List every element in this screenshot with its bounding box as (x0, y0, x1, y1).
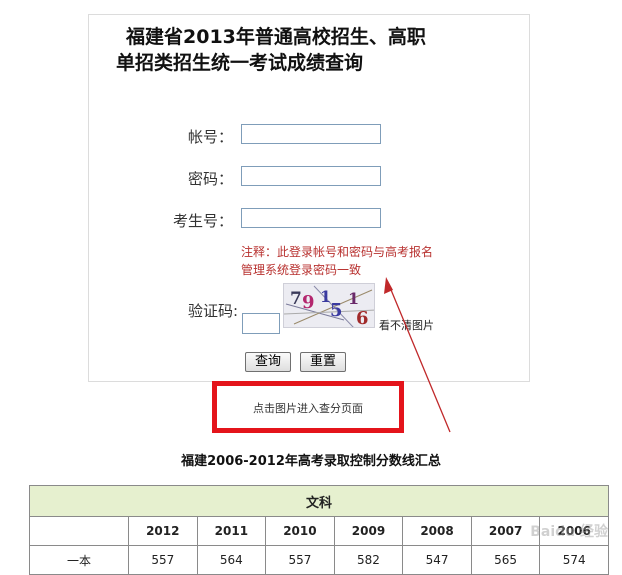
table-year-cell: 2011 (196, 516, 267, 546)
table-row: 一本 557 564 557 582 547 565 574 (29, 545, 609, 575)
table-row-label: 一本 (29, 545, 129, 575)
captcha-char: 9 (302, 292, 315, 313)
login-note-line1: 注释：此登录帐号和密码与高考报名 (241, 245, 434, 259)
captcha-label: 验证码: (187, 302, 238, 320)
table-cell: 547 (402, 545, 472, 575)
captcha-noise: 7 9 1 5 1 6 (284, 285, 374, 328)
captcha-char: 1 (348, 289, 359, 308)
reset-button[interactable]: 重置 (300, 352, 346, 372)
table-year-cell: 2008 (402, 516, 472, 546)
table-section-header: 文科 (29, 485, 609, 517)
captcha-image[interactable]: 7 9 1 5 1 6 (283, 283, 375, 328)
captcha-refresh-link[interactable]: 看不清图片 (379, 317, 434, 333)
score-table: 文科 2012 2011 2010 2009 2008 2007 2006 一本… (29, 485, 609, 575)
password-label: 密码： (187, 170, 233, 188)
table-cell: 564 (196, 545, 267, 575)
captcha-char: 6 (356, 308, 369, 328)
account-input[interactable] (241, 124, 381, 144)
password-input[interactable] (241, 166, 381, 186)
watermark: Baidu 经验 (530, 524, 608, 540)
page-title: 福建省2013年普通高校招生、高职 单招类招生统一考试成绩查询 (116, 24, 516, 76)
captcha-input[interactable] (242, 313, 280, 334)
highlight-box[interactable]: 点击图片进入查分页面 (212, 381, 404, 433)
login-note: 注释：此登录帐号和密码与高考报名 管理系统登录密码一致 (241, 243, 471, 279)
exam-number-label: 考生号： (172, 212, 233, 230)
table-year-cell: 2010 (265, 516, 335, 546)
table-corner-cell (29, 516, 129, 546)
table-year-cell: 2009 (333, 516, 404, 546)
score-table-title: 福建2006-2012年高考录取控制分数线汇总 (181, 454, 441, 469)
login-note-line2: 管理系统登录密码一致 (241, 263, 362, 277)
enter-score-page-link[interactable]: 点击图片进入查分页面 (217, 400, 399, 416)
table-year-cell: 2012 (128, 516, 198, 546)
exam-number-input[interactable] (241, 208, 381, 228)
table-cell: 565 (470, 545, 541, 575)
captcha-char: 5 (330, 300, 343, 321)
captcha-char: 7 (290, 289, 302, 309)
table-year-row: 2012 2011 2010 2009 2008 2007 2006 (29, 516, 609, 546)
page-title-line2: 单招类招生统一考试成绩查询 (116, 52, 364, 74)
table-cell: 582 (333, 545, 404, 575)
table-cell: 574 (539, 545, 609, 575)
table-cell: 557 (265, 545, 335, 575)
query-button[interactable]: 查询 (245, 352, 291, 372)
page-title-line1: 福建省2013年普通高校招生、高职 (126, 26, 426, 48)
table-cell: 557 (128, 545, 198, 575)
table-section-label: 文科 (29, 485, 609, 517)
account-label: 帐号： (187, 128, 233, 146)
